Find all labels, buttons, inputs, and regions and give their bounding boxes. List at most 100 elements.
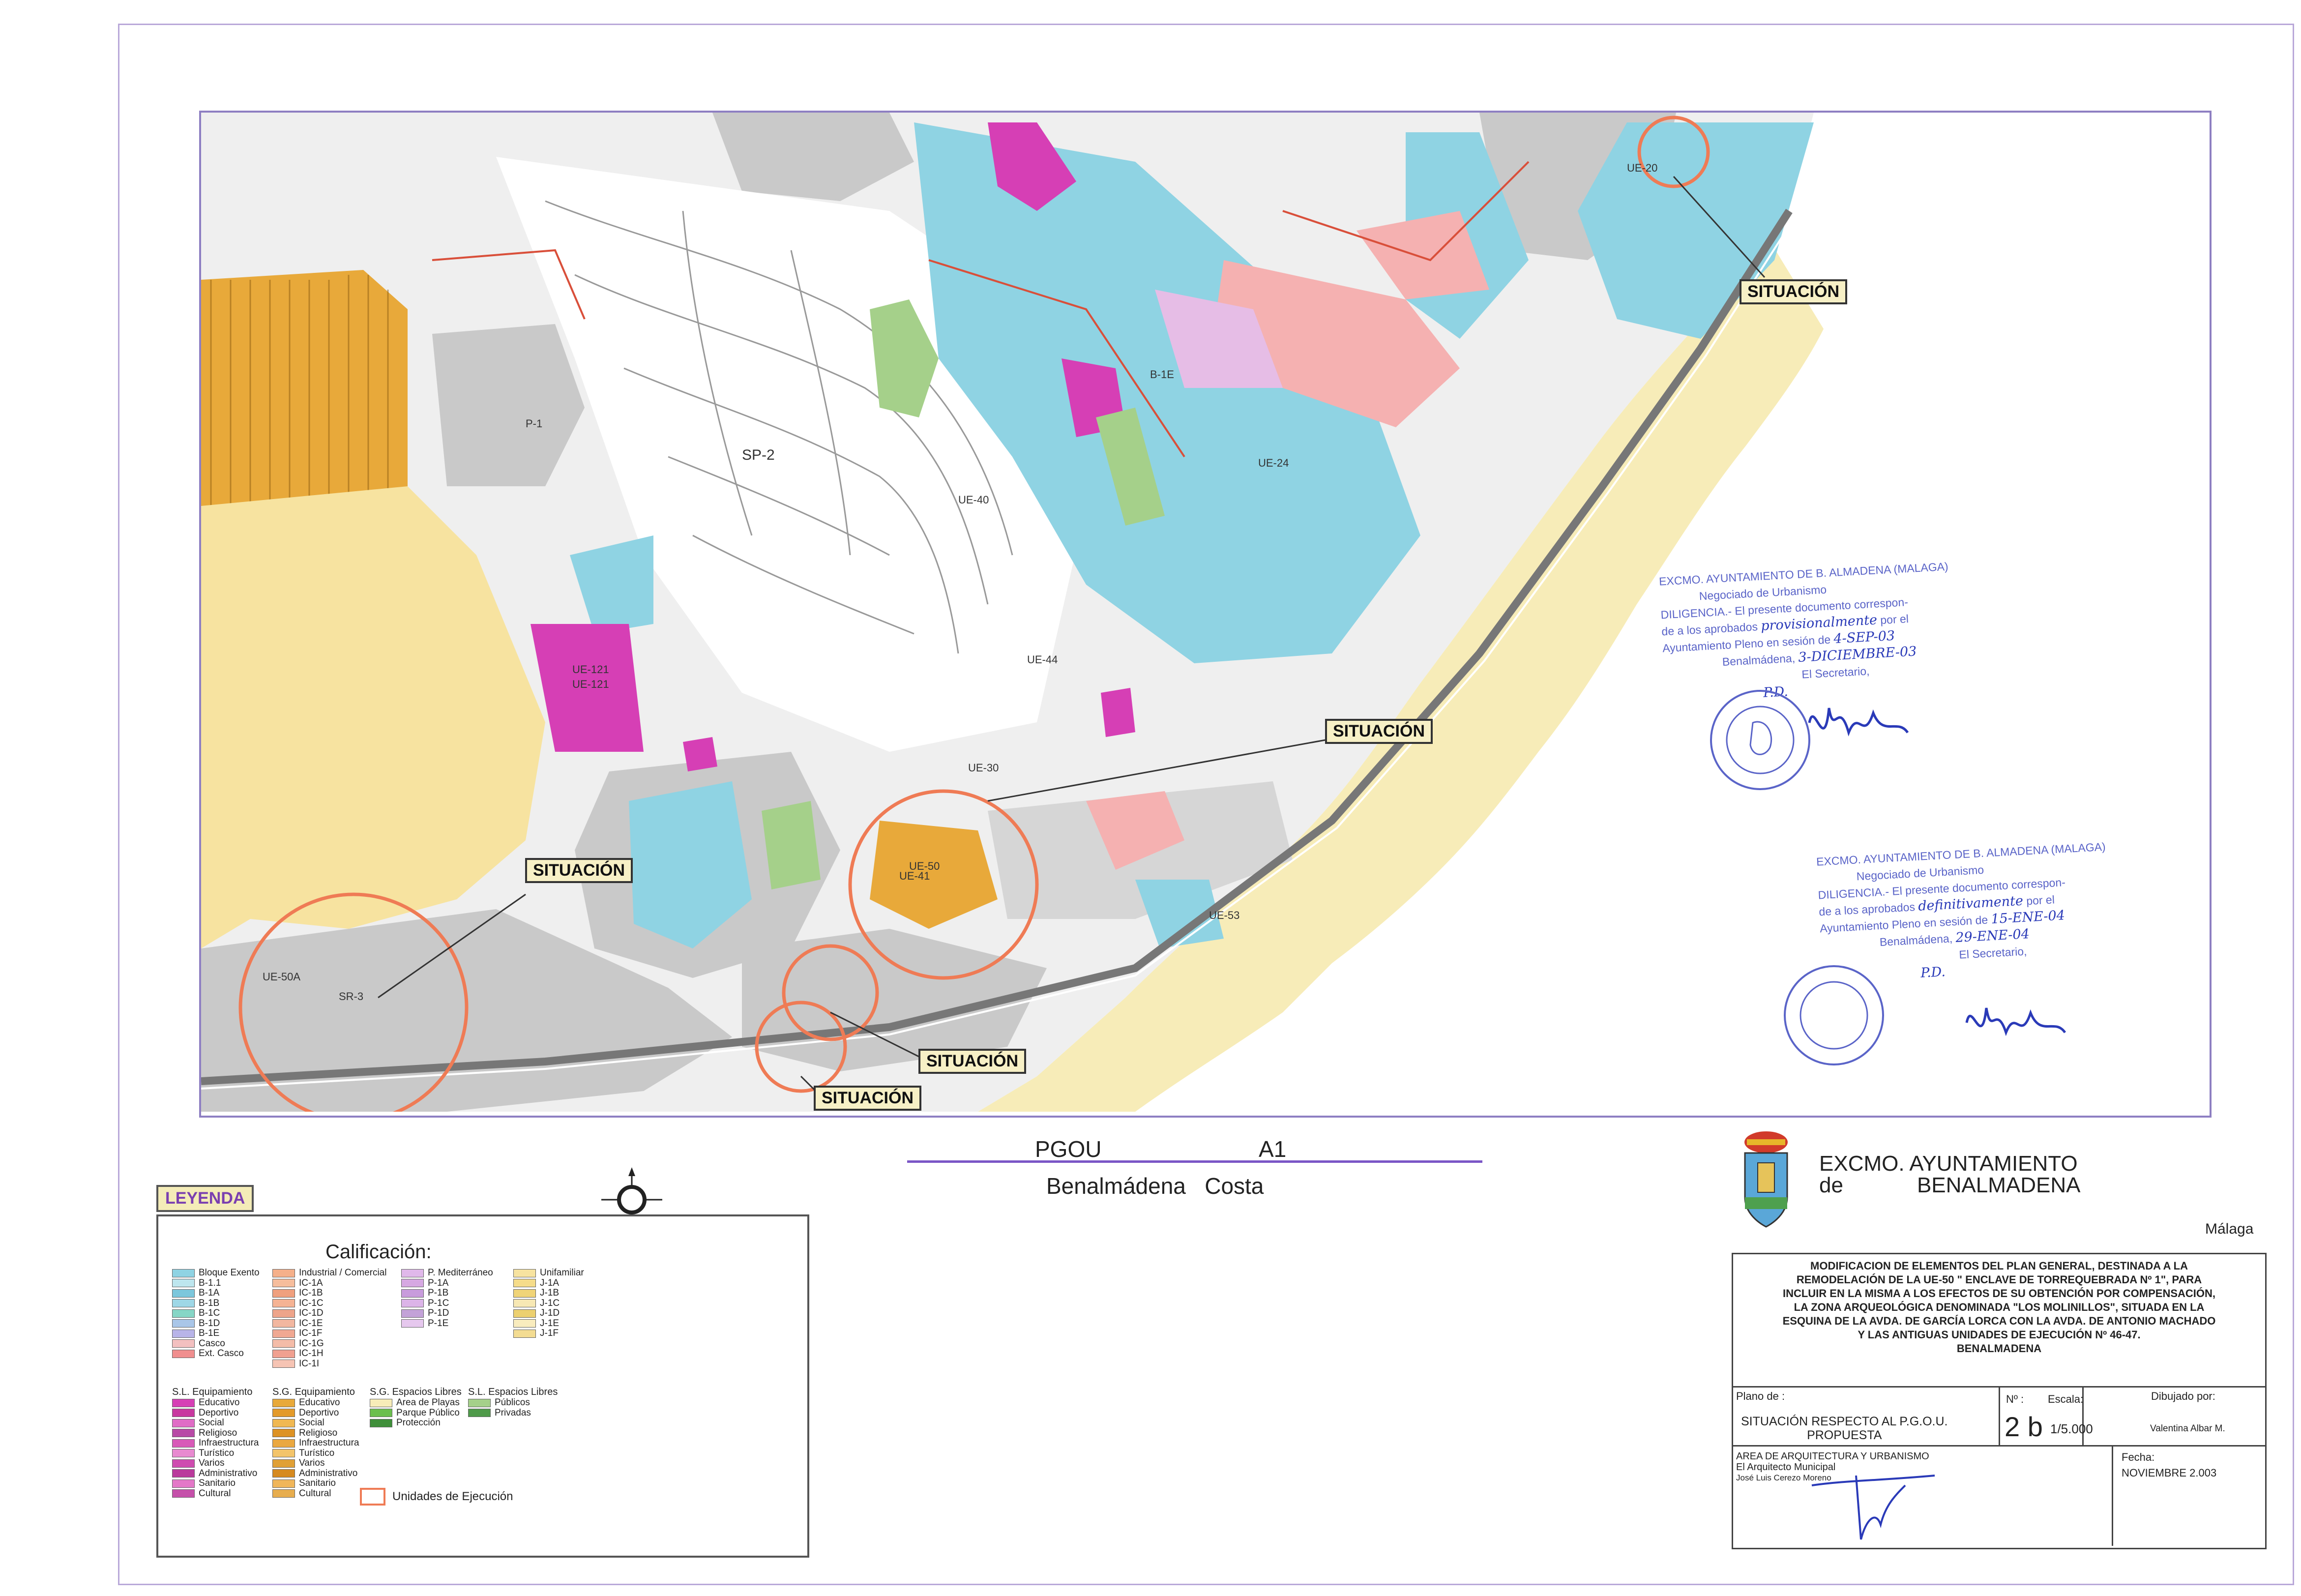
legend-col-bloque: Bloque Exento B-1.1 B-1A B-1B B-1C B-1D … — [172, 1268, 260, 1359]
legend-swatch — [401, 1309, 424, 1318]
legend-swatch — [272, 1479, 295, 1488]
legend-label: Casco — [199, 1338, 225, 1349]
legend-label: Públicos — [495, 1397, 530, 1408]
zone-label: UE-44 — [1027, 653, 1058, 666]
architect-signature — [1811, 1475, 1935, 1540]
legend-label: Administrativo — [199, 1468, 258, 1478]
legend-label: Infraestructura — [299, 1438, 359, 1448]
legend-label: Parque Público — [396, 1407, 460, 1418]
legend-label: Administrativo — [299, 1468, 358, 1478]
zone-label: UE-40 — [958, 494, 989, 506]
legend-swatch — [513, 1289, 536, 1298]
legend-ue-swatch — [360, 1488, 385, 1506]
legend-heading: S.L. Equipamiento — [172, 1387, 253, 1397]
legend-label: Protección — [396, 1418, 441, 1428]
legend-swatch — [401, 1289, 424, 1298]
stamp-text: Benalmádena, — [1879, 932, 1953, 949]
org-line2-city: BENALMADENA — [1917, 1173, 2081, 1197]
legend-label: Educativo — [299, 1397, 340, 1408]
legend-label: IC-1D — [299, 1308, 324, 1318]
legend-label: Deportivo — [199, 1407, 239, 1418]
legend-heading: S.L. Espacios Libres — [468, 1387, 558, 1397]
legend-label: Unifamiliar — [540, 1268, 584, 1278]
legend-swatch — [401, 1319, 424, 1328]
plan-sheet-code: A1 — [1259, 1136, 1287, 1162]
organisation-name: EXCMO. AYUNTAMIENTO de BENALMADENA — [1819, 1153, 2081, 1196]
legend-swatch — [513, 1269, 536, 1277]
legend-swatch — [172, 1309, 195, 1318]
description-line: MODIFICACION DE ELEMENTOS DEL PLAN GENER… — [1810, 1260, 2188, 1272]
legend-swatch — [468, 1409, 491, 1418]
legend-heading: S.G. Espacios Libres — [370, 1387, 462, 1397]
legend-swatch — [370, 1419, 392, 1427]
legend-swatch — [513, 1309, 536, 1318]
legend-col-sg-equipamiento: S.G. Equipamiento Educativo Deportivo So… — [272, 1386, 359, 1499]
description-line: INCLUIR EN LA MISMA A LOS EFECTOS DE SU … — [1782, 1287, 2216, 1300]
scale-label: Escala: — [2048, 1393, 2084, 1405]
legend-swatch — [172, 1419, 195, 1427]
legend-swatch — [370, 1409, 392, 1418]
legend-label: Industrial / Comercial — [299, 1268, 387, 1278]
legend-label: Turístico — [199, 1448, 235, 1458]
legend-label: J-1E — [540, 1318, 560, 1329]
legend-swatch — [468, 1398, 491, 1407]
zone-label: UE-50A — [263, 971, 300, 983]
legend-swatch — [272, 1309, 295, 1318]
description-line: Y LAS ANTIGUAS UNIDADES DE EJECUCIÓN Nº … — [1858, 1329, 2141, 1341]
plano-value-line: PROPUESTA — [1807, 1428, 1882, 1442]
stamp-text: por el — [2026, 893, 2055, 908]
legend-label: P-1C — [428, 1298, 449, 1308]
stamp-handwriting: 15-ENE-04 — [1990, 908, 2065, 927]
stamp-text: Benalmádena, — [1722, 651, 1796, 669]
legend-swatch — [272, 1349, 295, 1358]
legend-label: IC-1I — [299, 1358, 320, 1369]
legend-label: B-1B — [199, 1298, 220, 1308]
legend-label: B-1D — [199, 1318, 220, 1329]
project-description: MODIFICACION DE ELEMENTOS DEL PLAN GENER… — [1733, 1259, 2265, 1356]
zone-green-2 — [762, 801, 821, 889]
zone-label: P-1 — [526, 417, 542, 430]
legend-col-sl-espacios-libres: S.L. Espacios Libres Públicos Privadas — [468, 1386, 558, 1418]
legend-label: B-1C — [199, 1308, 220, 1318]
legend-swatch — [172, 1319, 195, 1328]
legend-swatch — [272, 1289, 295, 1298]
legend-label: J-1A — [540, 1277, 560, 1288]
legend-label: Turístico — [299, 1448, 335, 1458]
plan-place: Benalmádena Costa — [1046, 1173, 1264, 1199]
legend-label: Infraestructura — [199, 1438, 259, 1448]
legend-swatch — [272, 1449, 295, 1458]
plan-pgou: PGOU — [1035, 1136, 1102, 1162]
zone-label: UE-41 — [899, 870, 930, 882]
legend-heading: S.G. Equipamiento — [272, 1387, 355, 1397]
description-line: LA ZONA ARQUEOLÓGICA DENOMINADA "LOS MOL… — [1794, 1301, 2205, 1313]
legend-swatch — [172, 1398, 195, 1407]
plano-value-line: SITUACIÓN RESPECTO AL P.G.O.U. — [1741, 1415, 1948, 1428]
legend-label: B-1E — [199, 1328, 220, 1338]
zone-label: B-1E — [1150, 368, 1174, 381]
legend-swatch — [513, 1329, 536, 1338]
legend-swatch — [272, 1419, 295, 1427]
legend-label: Social — [299, 1418, 324, 1428]
legend-swatch — [272, 1329, 295, 1338]
legend-label: Varios — [299, 1458, 325, 1468]
legend-label: J-1D — [540, 1308, 560, 1318]
legend-swatch — [172, 1489, 195, 1498]
legend-label: Unidades de Ejecución — [392, 1490, 513, 1503]
legend-title: LEYENDA — [156, 1185, 254, 1212]
legend-ue-item: Unidades de Ejecución — [360, 1488, 513, 1506]
legend-label: Ext. Casco — [199, 1348, 244, 1359]
legend-swatch — [272, 1489, 295, 1498]
zone-label: UE-121 — [572, 663, 609, 676]
legend-col-mediterraneo: P. Mediterráneo P-1A P-1B P-1C P-1D P-1E — [401, 1268, 493, 1329]
legend-swatch — [401, 1279, 424, 1288]
number-value: 2 b — [2005, 1411, 2043, 1442]
legend-label: Privadas — [495, 1407, 531, 1418]
description-line: ESQUINA DE LA AVDA. DE GARCÍA LORCA CON … — [1782, 1315, 2216, 1327]
legend-swatch — [272, 1398, 295, 1407]
situacion-label-ne: SITUACIÓN — [1740, 279, 1847, 304]
legend-label: Educativo — [199, 1397, 240, 1408]
legend-swatch — [272, 1469, 295, 1478]
title-block-divider — [2112, 1445, 2113, 1546]
legend-label: P-1A — [428, 1277, 449, 1288]
stamp-handwriting: 29-ENE-04 — [1955, 926, 2030, 946]
